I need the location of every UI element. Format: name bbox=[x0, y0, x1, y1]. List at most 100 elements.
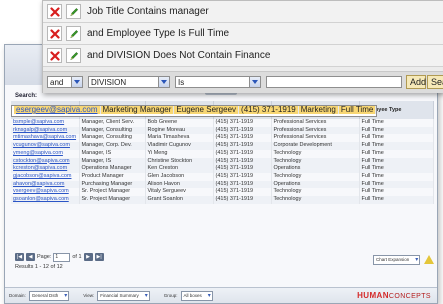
pager: |◀ ◀ Page: 1 of 1 ▶ ▶| bbox=[15, 252, 104, 262]
warning-chart-icon[interactable] bbox=[422, 254, 436, 265]
cell-email[interactable]: gjacobson@sapiva.com bbox=[11, 172, 80, 181]
cell-division: Professional Services bbox=[271, 119, 360, 127]
chevron-down-icon bbox=[158, 77, 169, 87]
condition-text: Job Title Contains manager bbox=[87, 6, 209, 17]
cell-job-title: Purchasing Manager bbox=[79, 180, 146, 189]
table-row[interactable]: kcreston@sapiva.com Operations Manager Ken… bbox=[11, 165, 434, 173]
condition-text: and Employee Type Is Full Time bbox=[87, 28, 230, 39]
first-page-button[interactable]: |◀ bbox=[15, 253, 24, 261]
table-row[interactable]: cstockton@sapiva.com Manager, IS Christine… bbox=[11, 157, 434, 166]
cell-employee-type: Full Time bbox=[359, 142, 434, 150]
conjunction-value: and bbox=[50, 78, 64, 87]
last-page-button[interactable]: ▶| bbox=[94, 253, 104, 261]
view-select[interactable]: Financial Summary bbox=[97, 290, 150, 301]
cell-division: Technology bbox=[271, 149, 360, 158]
cell-email[interactable]: vcugunov@sapiva.com bbox=[11, 142, 80, 150]
pencil-icon bbox=[70, 51, 78, 60]
cell-job-title: Manager, Consulting bbox=[79, 134, 146, 143]
group-label: Group: bbox=[163, 293, 178, 298]
cell-name: Rogine Moreau bbox=[145, 126, 214, 135]
chart-type-select[interactable]: Chart Expansion bbox=[373, 254, 421, 265]
close-x-icon bbox=[49, 6, 60, 17]
cell-employee-type: Full Time bbox=[338, 106, 377, 114]
cell-job-title: Marketing Manager bbox=[100, 106, 175, 114]
remove-condition-button[interactable] bbox=[47, 26, 62, 41]
group-select[interactable]: All boxes bbox=[180, 290, 213, 301]
cell-work-phone: (415) 371-1919 bbox=[213, 180, 272, 189]
cell-work-phone: (415) 371-1919 bbox=[238, 106, 299, 114]
cell-employee-type: Full Time bbox=[359, 126, 434, 135]
cell-email[interactable]: ahavon@sapiva.com bbox=[11, 180, 80, 189]
results-count: Results 1 - 12 of 12 bbox=[15, 264, 63, 270]
table-row[interactable]: ahavon@sapiva.com Purchasing Manager Aliso… bbox=[11, 180, 434, 189]
edit-condition-button[interactable] bbox=[66, 48, 81, 63]
pencil-icon bbox=[70, 7, 78, 16]
cell-email[interactable]: cstockton@sapiva.com bbox=[11, 157, 80, 166]
cell-work-phone: (415) 371-1919 bbox=[213, 188, 272, 197]
table-row[interactable]: bsmple@sapiva.com Manager, Client Serv. Bo… bbox=[11, 119, 434, 127]
value-input[interactable] bbox=[266, 76, 402, 88]
domain-select[interactable]: General Dsth bbox=[28, 290, 70, 301]
cell-division: Operations bbox=[271, 180, 360, 189]
cell-name: Yi Meng bbox=[145, 149, 214, 158]
cell-email[interactable]: gsoanlon@sapiva.com bbox=[11, 196, 80, 204]
table-row[interactable]: rknsgalp@sapiva.com Manager, Consulting Ro… bbox=[11, 126, 434, 135]
cell-name: Vladimir Cugunov bbox=[145, 142, 214, 150]
cell-job-title: Sr. Project Manager bbox=[79, 188, 146, 197]
cell-email[interactable]: esergeev@sapiva.com bbox=[14, 106, 101, 114]
results-table: Email ↑ Job Title Name Work Phone DIVISI… bbox=[11, 101, 434, 204]
remove-condition-button[interactable] bbox=[47, 4, 62, 19]
cell-email[interactable]: vsergeev@sapiva.com bbox=[11, 188, 80, 197]
condition-text: and DIVISION Does Not Contain Finance bbox=[87, 50, 271, 61]
cell-employee-type: Full Time bbox=[359, 157, 434, 166]
cell-email[interactable]: rknsgalp@sapiva.com bbox=[11, 126, 80, 135]
cell-work-phone: (415) 371-1919 bbox=[213, 157, 272, 166]
cell-name: Christine Stockton bbox=[145, 157, 214, 166]
cell-job-title: Sr. Project Manager bbox=[79, 196, 146, 204]
table-row[interactable]: vcugunov@sapiva.com Manager, Corp. Dev. Vl… bbox=[11, 142, 434, 150]
cell-name: Ken Creston bbox=[145, 165, 214, 173]
field-value: DIVISION bbox=[91, 78, 127, 87]
operator-select[interactable]: Is bbox=[175, 76, 261, 88]
cell-name: Grant Soanlon bbox=[145, 196, 214, 204]
cell-division: Professional Services bbox=[271, 126, 360, 135]
prev-page-button[interactable]: ◀ bbox=[26, 253, 35, 261]
cell-employee-type: Full Time bbox=[359, 188, 434, 197]
cell-email[interactable]: kcreston@sapiva.com bbox=[11, 165, 80, 173]
next-page-button[interactable]: ▶ bbox=[83, 253, 93, 261]
edit-condition-button[interactable] bbox=[66, 4, 81, 19]
cell-job-title: Product Manager bbox=[79, 172, 146, 181]
table-row[interactable]: mtimashava@sapiva.com Manager, Consulting… bbox=[11, 134, 434, 143]
edit-condition-button[interactable] bbox=[66, 26, 81, 41]
cell-division: Technology bbox=[271, 188, 360, 197]
table-row[interactable]: vsergeev@sapiva.com Sr. Project Manager Vi… bbox=[11, 188, 434, 197]
cell-employee-type: Full Time bbox=[359, 134, 434, 143]
operator-value: Is bbox=[178, 78, 185, 87]
table-row[interactable]: gsoanlon@sapiva.com Sr. Project Manager Gr… bbox=[11, 196, 434, 204]
cell-email[interactable]: bsmple@sapiva.com bbox=[11, 119, 80, 127]
field-select[interactable]: DIVISION bbox=[88, 76, 170, 88]
table-row[interactable]: gjacobson@sapiva.com Product Manager Glen … bbox=[11, 172, 434, 181]
page-input[interactable]: 1 bbox=[53, 252, 71, 262]
cell-name: Alison Havon bbox=[145, 180, 214, 189]
cell-email[interactable]: ymeng@sapiva.com bbox=[11, 149, 80, 158]
search-button[interactable]: Search bbox=[427, 75, 443, 89]
cell-division: Technology bbox=[271, 196, 360, 204]
add-button[interactable]: Add bbox=[406, 75, 426, 89]
cell-division: Marketing bbox=[298, 106, 339, 114]
remove-condition-button[interactable] bbox=[47, 48, 62, 63]
filter-panel: Job Title Contains manager and Employee … bbox=[42, 0, 443, 93]
cell-work-phone: (415) 371-1919 bbox=[213, 119, 272, 127]
table-row[interactable]: ymeng@sapiva.com Manager, IS Yi Meng (415) … bbox=[11, 149, 434, 158]
close-x-icon bbox=[49, 50, 60, 61]
table-row[interactable]: esergeev@sapiva.com Marketing Manager Euge… bbox=[11, 105, 378, 117]
cell-job-title: Manager, IS bbox=[79, 157, 146, 166]
conjunction-select[interactable]: and bbox=[47, 76, 83, 88]
filter-condition-row: and DIVISION Does Not Contain Finance bbox=[43, 45, 443, 67]
cell-employee-type: Full Time bbox=[359, 165, 434, 173]
cell-email[interactable]: mtimashava@sapiva.com bbox=[11, 134, 80, 143]
cell-division: Professional Services bbox=[271, 134, 360, 143]
view-label: View: bbox=[83, 293, 95, 298]
cell-employee-type: Full Time bbox=[359, 149, 434, 158]
cell-job-title: Operations Manager bbox=[79, 165, 146, 173]
